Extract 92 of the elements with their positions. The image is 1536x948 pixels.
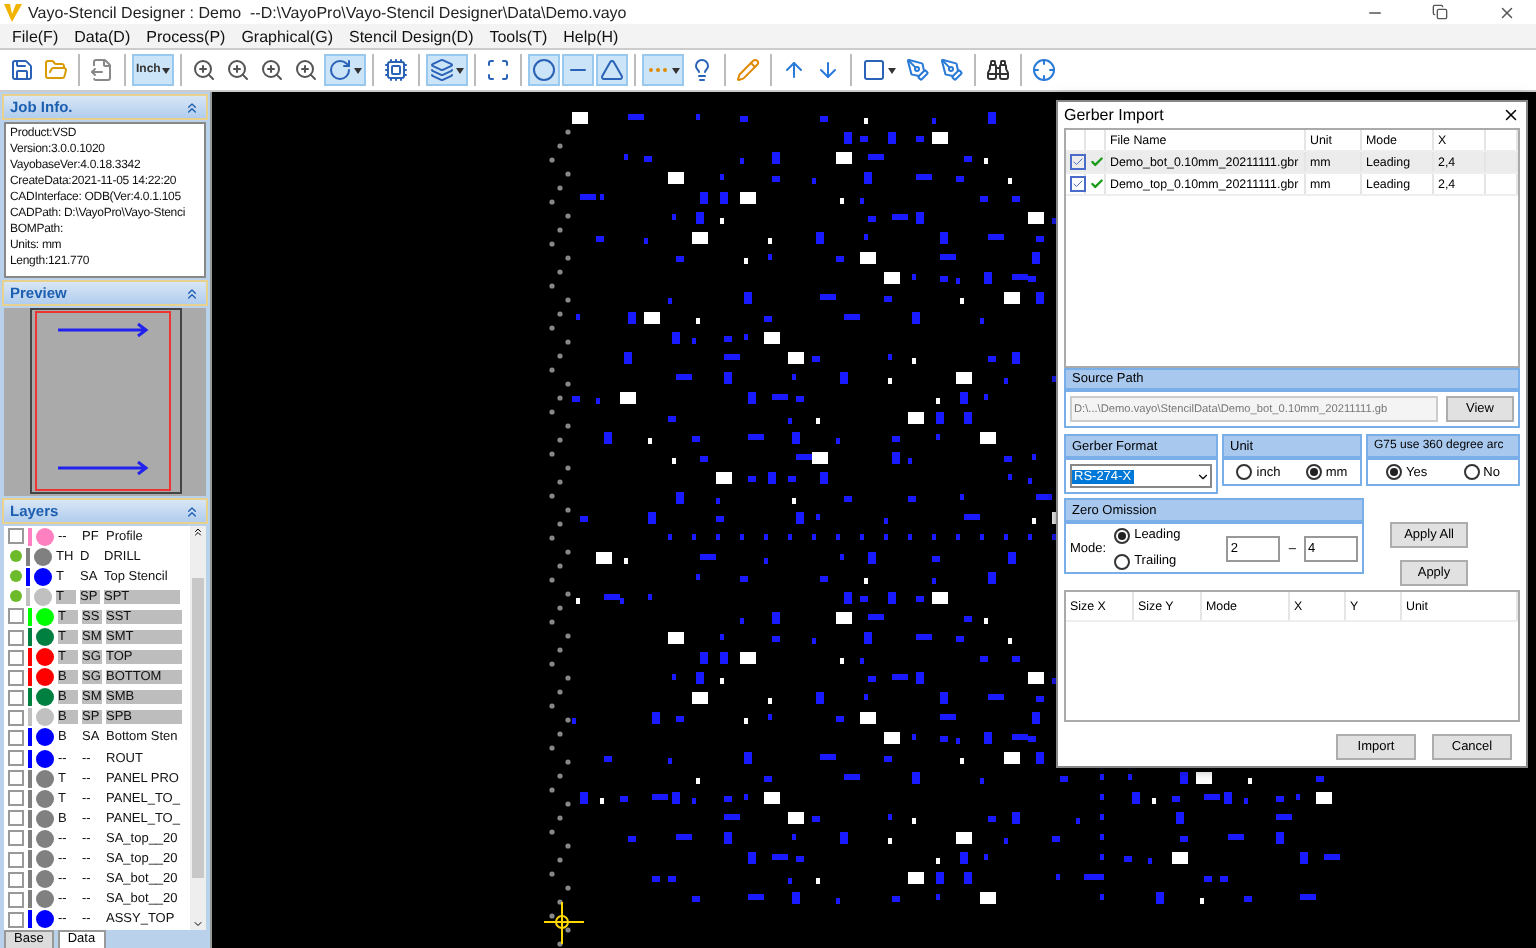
down-arrow-icon bbox=[816, 58, 841, 82]
pencil-icon bbox=[736, 58, 761, 82]
menu-item[interactable]: Data(D) bbox=[66, 27, 139, 45]
layer-color-dot[interactable] bbox=[34, 547, 52, 566]
select-icon bbox=[486, 58, 511, 82]
checkbox[interactable] bbox=[8, 528, 24, 545]
checkbox[interactable] bbox=[8, 790, 24, 807]
checkbox[interactable] bbox=[8, 649, 24, 666]
checkbox[interactable] bbox=[8, 709, 24, 726]
chip-icon bbox=[384, 58, 409, 82]
menu-item[interactable]: Tools(T) bbox=[481, 27, 556, 45]
collapse-icon[interactable] bbox=[184, 99, 200, 115]
scroll-up-icon[interactable] bbox=[192, 526, 204, 538]
angle-icon bbox=[600, 58, 625, 82]
close-icon[interactable] bbox=[1497, 3, 1515, 21]
checkbox[interactable] bbox=[8, 729, 24, 746]
origin-marker-icon bbox=[543, 901, 585, 945]
collapse-icon[interactable] bbox=[184, 503, 200, 519]
checkbox[interactable] bbox=[8, 891, 24, 908]
layer-color-dot[interactable] bbox=[34, 587, 52, 606]
checkbox[interactable] bbox=[1070, 154, 1086, 171]
zoom-icon bbox=[226, 58, 251, 82]
up-arrow-icon bbox=[782, 58, 807, 82]
open-folder-icon bbox=[44, 58, 68, 82]
checkbox[interactable] bbox=[8, 830, 24, 847]
checkbox[interactable] bbox=[8, 750, 24, 767]
caret-icon bbox=[1196, 469, 1210, 484]
layer-color-dot[interactable] bbox=[36, 890, 54, 909]
toolbar-button[interactable] bbox=[596, 54, 629, 86]
layer-color-dot[interactable] bbox=[36, 809, 54, 828]
layer-color-dot[interactable] bbox=[34, 567, 52, 586]
bulb-icon bbox=[690, 58, 715, 82]
binoculars-icon bbox=[986, 58, 1011, 82]
save-icon bbox=[10, 58, 34, 82]
layer-icon bbox=[430, 58, 455, 82]
layer-color-dot[interactable] bbox=[36, 628, 54, 647]
collapse-icon[interactable] bbox=[184, 285, 200, 301]
layer-color-dot[interactable] bbox=[36, 668, 54, 687]
pen-icon bbox=[906, 58, 931, 82]
zoom-icon bbox=[260, 58, 285, 82]
menu-item[interactable]: Help(H) bbox=[555, 27, 627, 45]
checkbox[interactable] bbox=[1070, 176, 1086, 193]
zoom-icon bbox=[192, 58, 217, 82]
checkbox[interactable] bbox=[8, 810, 24, 827]
layer-color-dot[interactable] bbox=[36, 870, 54, 889]
checkbox[interactable] bbox=[8, 871, 24, 888]
toolbar-button[interactable] bbox=[528, 54, 561, 86]
menu-item[interactable]: File(F) bbox=[4, 27, 67, 45]
layer-color-dot[interactable] bbox=[36, 708, 54, 727]
dialog-title: Gerber Import bbox=[1064, 106, 1164, 125]
checkbox[interactable] bbox=[8, 629, 24, 646]
visible-dot[interactable] bbox=[10, 590, 22, 603]
menu-item[interactable]: Process(P) bbox=[138, 27, 234, 45]
layer-color-dot[interactable] bbox=[36, 789, 54, 808]
toolbar-button[interactable] bbox=[426, 54, 469, 86]
layer-color-dot[interactable] bbox=[36, 910, 54, 929]
checkbox[interactable] bbox=[8, 851, 24, 868]
toolbar-button[interactable] bbox=[982, 54, 1015, 86]
menu-item[interactable]: Stencil Design(D) bbox=[340, 27, 482, 45]
layer-color-dot[interactable] bbox=[36, 829, 54, 848]
layer-color-dot[interactable] bbox=[36, 527, 54, 546]
restore-icon[interactable] bbox=[1432, 4, 1448, 20]
rectangle-icon bbox=[862, 58, 887, 82]
layer-color-dot[interactable] bbox=[36, 850, 54, 869]
window-title: Vayo-Stencil Designer : Demo --D:\VayoPro\Vayo-Stencil Designer\Data\Demo.vayo bbox=[28, 3, 629, 21]
visible-dot[interactable] bbox=[10, 570, 22, 583]
target-icon bbox=[1032, 58, 1057, 82]
rotate-icon bbox=[328, 58, 353, 82]
layer-color-dot[interactable] bbox=[36, 769, 54, 788]
layer-color-dot[interactable] bbox=[36, 749, 54, 768]
scrollbar[interactable] bbox=[190, 526, 206, 930]
toolbar-button[interactable] bbox=[858, 54, 901, 86]
layer-color-dot[interactable] bbox=[36, 648, 54, 667]
layer-color-dot[interactable] bbox=[36, 728, 54, 747]
layer-color-dot[interactable] bbox=[36, 688, 54, 707]
checkbox[interactable] bbox=[8, 770, 24, 787]
layer-color-dot[interactable] bbox=[36, 607, 54, 626]
toolbar-button[interactable] bbox=[324, 54, 367, 86]
checkbox[interactable] bbox=[8, 608, 24, 625]
checkbox[interactable] bbox=[8, 669, 24, 686]
menu-item[interactable]: Graphical(G) bbox=[233, 27, 341, 45]
export-icon bbox=[90, 58, 114, 82]
close-icon[interactable] bbox=[1502, 106, 1520, 125]
zoom-icon bbox=[294, 58, 319, 82]
toolbar-button[interactable] bbox=[562, 54, 595, 86]
checkbox[interactable] bbox=[8, 911, 24, 928]
checkbox[interactable] bbox=[8, 689, 24, 706]
circle-icon bbox=[532, 58, 557, 82]
pen-icon bbox=[940, 58, 965, 82]
toolbar-button[interactable] bbox=[6, 54, 38, 86]
scroll-down-icon[interactable] bbox=[192, 918, 204, 930]
visible-dot[interactable] bbox=[10, 550, 22, 563]
